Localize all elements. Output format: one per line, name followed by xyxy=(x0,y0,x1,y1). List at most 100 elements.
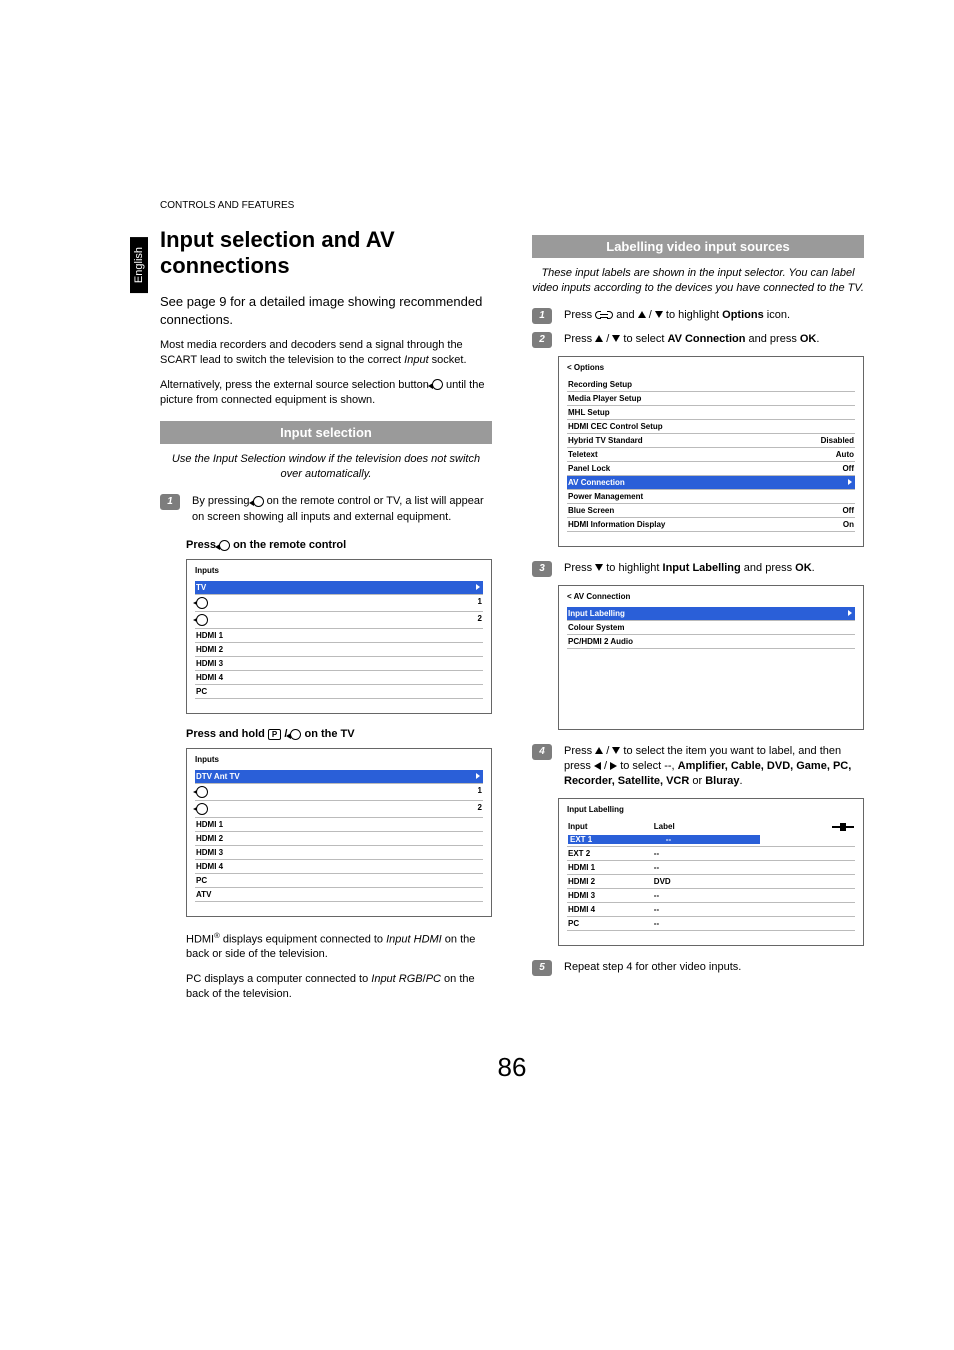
slider-icon xyxy=(832,824,854,830)
step-5-right-text: Repeat step 4 for other video inputs. xyxy=(564,960,864,976)
ext-input-icon xyxy=(196,803,208,815)
menu-row: PC-- xyxy=(567,917,855,931)
menu-row: 1 xyxy=(195,784,483,801)
menu-row: HDMI 4 xyxy=(195,671,483,685)
menu-row: HDMI 3 xyxy=(195,657,483,671)
right-column: Labelling video input sources These inpu… xyxy=(532,221,864,1012)
left-icon xyxy=(594,762,601,770)
quick-menu-icon xyxy=(595,311,613,319)
two-column-layout: Input selection and AV connections See p… xyxy=(160,221,864,1012)
menu-row: 2 xyxy=(195,801,483,818)
intro-paragraph-3: Alternatively, press the external source… xyxy=(160,378,492,408)
pc-note: PC displays a computer connected to Inpu… xyxy=(186,972,492,1002)
menu-row: HDMI 1 xyxy=(195,629,483,643)
menu-row: HDMI 4-- xyxy=(567,903,855,917)
page-number: 86 xyxy=(160,1052,864,1083)
source-icon xyxy=(219,540,230,551)
menu-row: Power Management xyxy=(567,490,855,504)
menu-row: ATV xyxy=(195,888,483,902)
step-5-right: 5 Repeat step 4 for other video inputs. xyxy=(532,960,864,976)
step-3-right: 3 Press to highlight Input Labelling and… xyxy=(532,561,864,577)
menu-row: EXT 2-- xyxy=(567,847,855,861)
menu-row: HDMI 1 xyxy=(195,818,483,832)
section-labelling: Labelling video input sources xyxy=(532,235,864,258)
page-header: CONTROLS AND FEATURES xyxy=(160,200,864,211)
step-number-3: 3 xyxy=(532,561,552,577)
page-content: CONTROLS AND FEATURES Input selection an… xyxy=(0,0,954,1123)
menu-row: Colour System xyxy=(567,621,855,635)
step-4-right-text: Press / to select the item you want to l… xyxy=(564,744,864,790)
av-connection-menu: < AV Connection Input Labelling Colour S… xyxy=(558,585,864,730)
menu-title: < Options xyxy=(567,363,855,372)
menu-row-selected: DTV Ant TV xyxy=(195,770,483,784)
menu-title: Inputs xyxy=(195,755,483,764)
intro-paragraph-1: See page 9 for a detailed image showing … xyxy=(160,293,492,328)
menu-row: Recording Setup xyxy=(567,378,855,392)
labelling-note: These input labels are shown in the inpu… xyxy=(532,266,864,296)
down-icon xyxy=(655,311,663,318)
ext-input-icon xyxy=(196,786,208,798)
menu-row: HDMI Information DisplayOn xyxy=(567,518,855,532)
inputs-menu-remote: Inputs TV 1 2 HDMI 1 HDMI 2 HDMI 3 HDMI … xyxy=(186,559,492,714)
step-number-1: 1 xyxy=(532,308,552,324)
menu-row-selected: AV Connection xyxy=(567,476,855,490)
menu-row: PC xyxy=(195,685,483,699)
down-icon xyxy=(595,564,603,571)
menu-row: HDMI 2 xyxy=(195,832,483,846)
options-menu: < Options Recording Setup Media Player S… xyxy=(558,356,864,547)
menu-header-row: InputLabel xyxy=(567,820,855,833)
menu-row: HDMI 3 xyxy=(195,846,483,860)
step-number-1: 1 xyxy=(160,494,180,510)
input-selection-note: Use the Input Selection window if the te… xyxy=(160,452,492,482)
step-2-right-text: Press / to select AV Connection and pres… xyxy=(564,332,864,348)
menu-row-selected: Input Labelling xyxy=(567,607,855,621)
step-number-4: 4 xyxy=(532,744,552,760)
up-icon xyxy=(638,311,646,318)
intro-paragraph-2: Most media recorders and decoders send a… xyxy=(160,338,492,368)
step-1-left: 1 By pressing on the remote control or T… xyxy=(160,494,492,525)
menu-row: Panel LockOff xyxy=(567,462,855,476)
menu-row: Blue ScreenOff xyxy=(567,504,855,518)
up-icon xyxy=(595,335,603,342)
step-number-5: 5 xyxy=(532,960,552,976)
page-title: Input selection and AV connections xyxy=(160,227,492,279)
ext-input-icon xyxy=(196,597,208,609)
step-number-2: 2 xyxy=(532,332,552,348)
menu-row: Media Player Setup xyxy=(567,392,855,406)
instruction-remote: Press on the remote control xyxy=(186,539,492,551)
menu-row: PC/HDMI 2 Audio xyxy=(567,635,855,649)
menu-row: HDMI 2DVD xyxy=(567,875,855,889)
menu-row-selected: EXT 1 -- xyxy=(567,833,855,847)
step-1-text: By pressing on the remote control or TV,… xyxy=(192,494,492,525)
source-icon xyxy=(432,379,443,390)
menu-row: HDMI CEC Control Setup xyxy=(567,420,855,434)
step-3-right-text: Press to highlight Input Labelling and p… xyxy=(564,561,864,577)
menu-row: HDMI 1-- xyxy=(567,861,855,875)
menu-row: MHL Setup xyxy=(567,406,855,420)
menu-row: TeletextAuto xyxy=(567,448,855,462)
step-1-right: 1 Press and / to highlight Options icon. xyxy=(532,308,864,324)
menu-row-selected: TV xyxy=(195,581,483,595)
source-icon xyxy=(290,729,301,740)
step-2-right: 2 Press / to select AV Connection and pr… xyxy=(532,332,864,348)
menu-row: 2 xyxy=(195,612,483,629)
instruction-tv: Press and hold P / on the TV xyxy=(186,728,492,740)
menu-title: < AV Connection xyxy=(567,592,855,601)
menu-row: PC xyxy=(195,874,483,888)
step-4-right: 4 Press / to select the item you want to… xyxy=(532,744,864,790)
inputs-menu-tv: Inputs DTV Ant TV 1 2 HDMI 1 HDMI 2 HDMI… xyxy=(186,748,492,917)
menu-title: Input Labelling xyxy=(567,805,855,814)
section-input-selection: Input selection xyxy=(160,421,492,444)
up-icon xyxy=(595,747,603,754)
left-column: Input selection and AV connections See p… xyxy=(160,221,492,1012)
menu-row: Hybrid TV StandardDisabled xyxy=(567,434,855,448)
hdmi-note: HDMI® displays equipment connected to In… xyxy=(186,931,492,962)
input-labelling-menu: Input Labelling InputLabel EXT 1 -- EXT … xyxy=(558,798,864,946)
menu-row: 1 xyxy=(195,595,483,612)
menu-row: HDMI 4 xyxy=(195,860,483,874)
p-button-icon: P xyxy=(268,729,281,740)
source-icon xyxy=(253,496,264,507)
ext-input-icon xyxy=(196,614,208,626)
menu-row: HDMI 3-- xyxy=(567,889,855,903)
menu-row: HDMI 2 xyxy=(195,643,483,657)
